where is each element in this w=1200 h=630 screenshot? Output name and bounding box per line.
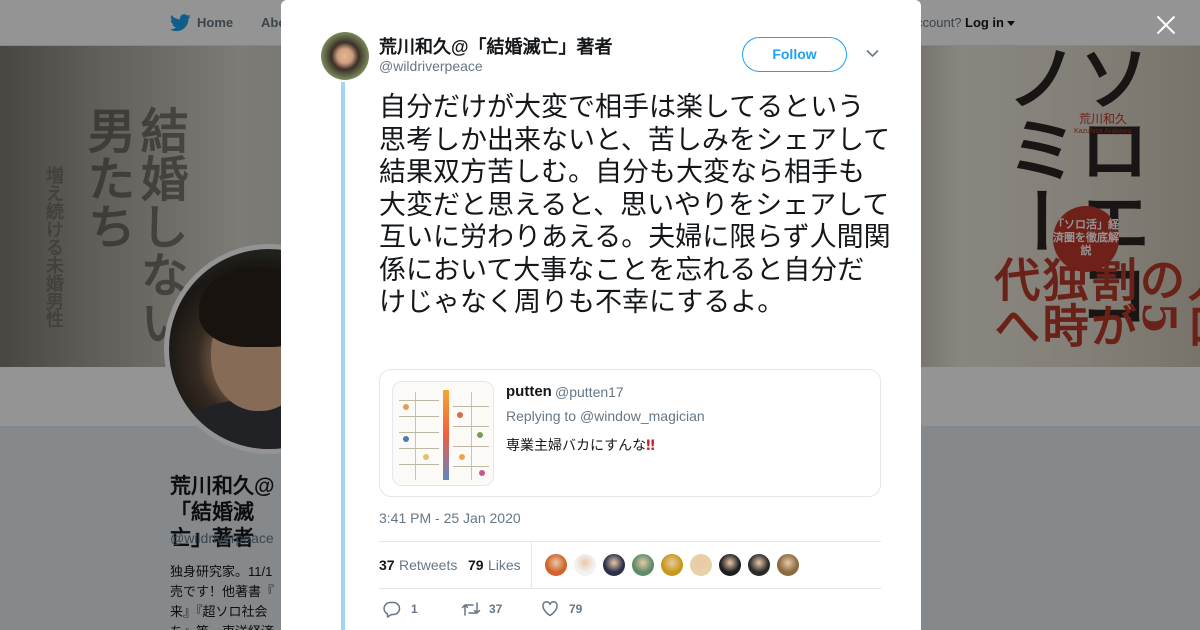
author-name[interactable]: 荒川和久@「結婚滅亡」著者 <box>379 33 613 59</box>
liker-avatar[interactable] <box>747 553 771 577</box>
quoted-text-body: 専業主婦バカにすんな <box>506 438 647 454</box>
close-icon[interactable] <box>1153 12 1179 38</box>
reply-icon[interactable] <box>383 600 401 618</box>
quoted-reply-context: Replying to @window_magician <box>506 408 705 424</box>
reply-count: 1 <box>411 602 418 616</box>
liker-avatar[interactable] <box>776 553 800 577</box>
liker-avatar[interactable] <box>631 553 655 577</box>
reply-prefix: Replying to <box>506 408 577 424</box>
tweet-text: 自分だけが大変で相手は楽してるという思考しか出来ないと、苦しみをシェアして結果双… <box>379 92 891 318</box>
retweet-icon[interactable] <box>461 600 481 618</box>
likes-label[interactable]: Likes <box>488 557 521 573</box>
liker-avatar[interactable] <box>602 553 626 577</box>
liker-avatar[interactable] <box>573 553 597 577</box>
heart-icon[interactable] <box>541 600 559 618</box>
like-count: 79 <box>569 602 583 616</box>
retweets-label[interactable]: Retweets <box>399 557 457 573</box>
quoted-author-name: putten <box>506 383 552 400</box>
quoted-tweet-text: 専業主婦バカにすんな‼ <box>506 435 655 455</box>
author-avatar[interactable] <box>321 32 369 80</box>
quoted-author-handle: @putten17 <box>555 384 624 400</box>
tweet-permalink-modal: 荒川和久@「結婚滅亡」著者 @wildriverpeace Follow 自分だ… <box>281 0 921 630</box>
follow-button[interactable]: Follow <box>742 37 847 72</box>
tweet-timestamp[interactable]: 3:41 PM - 25 Jan 2020 <box>379 510 521 526</box>
liker-avatar[interactable] <box>718 553 742 577</box>
quoted-tweet-image[interactable] <box>392 381 494 486</box>
thread-line <box>341 82 345 630</box>
author-handle[interactable]: @wildriverpeace <box>379 58 483 74</box>
tweet-stats: 37 Retweets 79 Likes <box>379 541 881 589</box>
reply-to-handle[interactable]: @window_magician <box>580 408 705 424</box>
liker-avatar[interactable] <box>544 553 568 577</box>
stats-divider <box>531 542 532 588</box>
chevron-down-icon[interactable] <box>866 49 879 58</box>
likes-count[interactable]: 79 <box>468 557 484 573</box>
tweet-actions: 1 37 79 <box>379 598 881 622</box>
retweet-count: 37 <box>489 602 503 616</box>
double-exclamation-icon: ‼ <box>646 438 655 454</box>
liker-avatar[interactable] <box>660 553 684 577</box>
quoted-tweet[interactable]: putten @putten17 Replying to @window_mag… <box>379 369 881 497</box>
retweets-count[interactable]: 37 <box>379 557 395 573</box>
liker-avatar[interactable] <box>689 553 713 577</box>
